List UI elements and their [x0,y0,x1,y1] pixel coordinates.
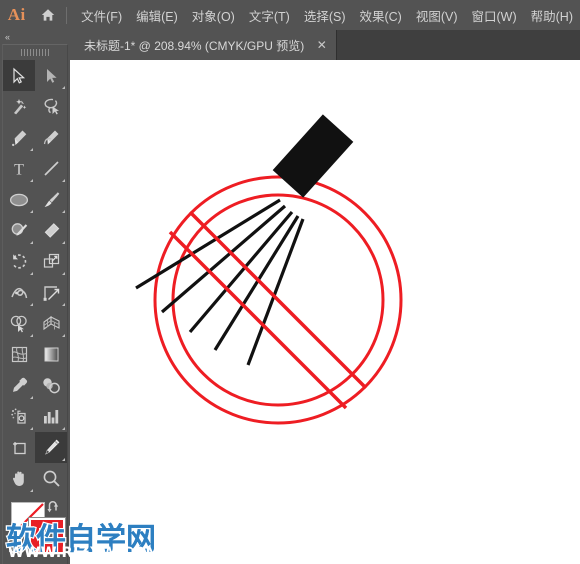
brush-head [272,114,354,198]
flyout-triangle-icon [30,148,33,151]
type-tool[interactable]: T [3,153,35,184]
menu-help[interactable]: 帮助(H) [524,3,580,28]
selection-tool[interactable] [3,60,35,91]
direct-selection-tool[interactable] [35,60,67,91]
app-logo: Ai [7,5,26,24]
menu-select[interactable]: 选择(S) [297,3,353,28]
shape-builder-tool[interactable] [3,308,35,339]
artboard-canvas[interactable] [70,60,580,564]
ellipse-tool[interactable] [3,184,35,215]
tools-panel: « T [0,30,70,564]
scale-tool[interactable] [35,246,67,277]
eraser-tool[interactable] [35,215,67,246]
document-tab-bar: 未标题-1* @ 208.94% (CMYK/GPU 预览) ✕ [0,30,580,60]
flyout-triangle-icon [30,396,33,399]
symbol-sprayer-tool[interactable] [3,401,35,432]
home-icon[interactable] [34,0,64,30]
menu-item-list: 文件(F) 编辑(E) 对象(O) 文字(T) 选择(S) 效果(C) 视图(V… [74,3,580,28]
flyout-triangle-icon [62,210,65,213]
blend-tool[interactable] [35,370,67,401]
close-icon[interactable]: ✕ [315,38,328,52]
menu-bar: Ai 文件(F) 编辑(E) 对象(O) 文字(T) 选择(S) 效果(C) 视… [0,0,580,30]
document-tab-title: 未标题-1* @ 208.94% (CMYK/GPU 预览) [84,38,305,53]
swap-fill-stroke-icon[interactable] [46,500,61,520]
panel-drag-handle[interactable] [3,45,67,60]
flyout-triangle-icon [62,272,65,275]
stroke-swatch[interactable] [29,518,65,554]
flyout-triangle-icon [30,427,33,430]
pencil-tool[interactable] [35,432,67,463]
flyout-triangle-icon [30,489,33,492]
menu-view[interactable]: 视图(V) [409,3,465,28]
line-segment-tool[interactable] [35,153,67,184]
flyout-triangle-icon [62,427,65,430]
magic-wand-tool[interactable] [3,91,35,122]
flyout-triangle-icon [62,334,65,337]
flyout-triangle-icon [30,241,33,244]
paintbrush-tool[interactable] [35,184,67,215]
illustrator-window: Ai 文件(F) 编辑(E) 对象(O) 文字(T) 选择(S) 效果(C) 视… [0,0,580,564]
flyout-triangle-icon [30,334,33,337]
flyout-triangle-icon [30,272,33,275]
column-graph-tool[interactable] [35,401,67,432]
flyout-triangle-icon [62,303,65,306]
zoom-tool[interactable] [35,463,67,494]
mesh-tool[interactable] [3,339,35,370]
menu-window[interactable]: 窗口(W) [465,3,524,28]
flyout-triangle-icon [30,179,33,182]
width-tool[interactable] [3,277,35,308]
tools-panel-body: T [2,44,68,564]
tool-grid: T [3,60,67,494]
eyedropper-tool[interactable] [3,370,35,401]
pen-tool[interactable] [3,122,35,153]
hand-tool[interactable] [3,463,35,494]
flyout-triangle-icon [62,241,65,244]
collapse-panel-button[interactable]: « [0,30,70,44]
default-fill-stroke-icon[interactable] [9,540,22,558]
artboard-tool[interactable] [3,432,35,463]
shaper-tool[interactable] [3,215,35,246]
no-brush-prohibition-sign[interactable] [70,60,580,564]
flyout-triangle-icon [62,458,65,461]
gradient-tool[interactable] [35,339,67,370]
menu-effect[interactable]: 效果(C) [352,3,408,28]
double-chevron-left-icon: « [5,31,10,42]
menu-divider [66,6,68,24]
fill-stroke-controls [3,500,67,562]
menu-object[interactable]: 对象(O) [185,3,242,28]
flyout-triangle-icon [62,179,65,182]
grip-dots-icon [21,49,49,56]
svg-text:T: T [14,161,24,178]
lasso-tool[interactable] [35,91,67,122]
flyout-triangle-icon [30,210,33,213]
flyout-triangle-icon [30,303,33,306]
menu-file[interactable]: 文件(F) [74,3,129,28]
free-transform-tool[interactable] [35,277,67,308]
menu-edit[interactable]: 编辑(E) [129,3,185,28]
stroke-swatch-center [39,528,55,544]
document-tab[interactable]: 未标题-1* @ 208.94% (CMYK/GPU 预览) ✕ [70,30,338,60]
curvature-tool[interactable] [35,122,67,153]
perspective-grid-tool[interactable] [35,308,67,339]
rotate-tool[interactable] [3,246,35,277]
menu-type[interactable]: 文字(T) [242,3,297,28]
flyout-triangle-icon [62,86,65,89]
